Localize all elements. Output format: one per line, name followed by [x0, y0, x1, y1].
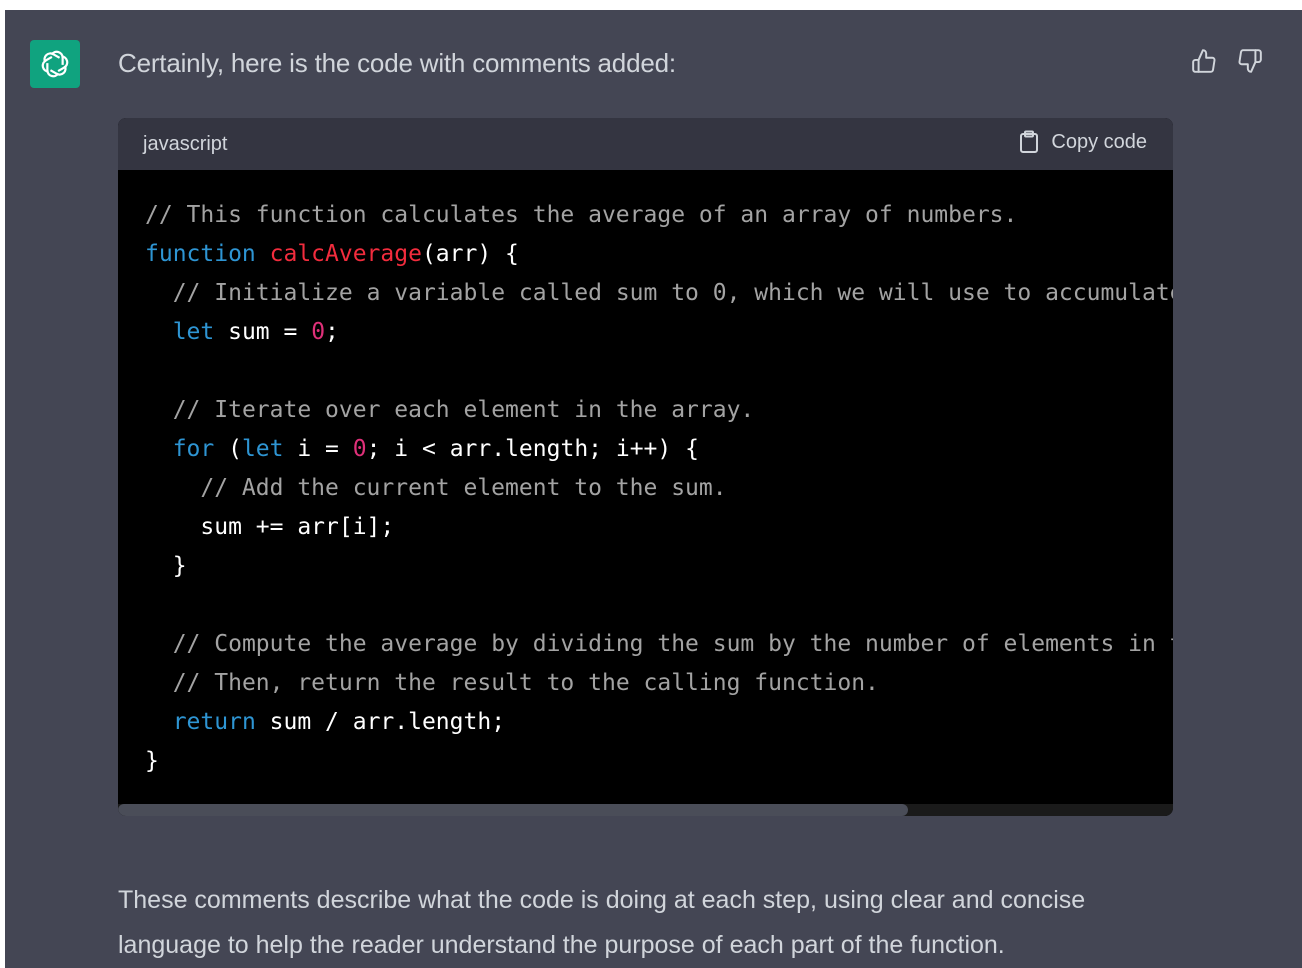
- code-comment: // Compute the average by dividing the s…: [172, 631, 1173, 657]
- thumbs-up-icon: [1192, 49, 1216, 73]
- code-token: sum =: [214, 319, 312, 345]
- code-token: }: [145, 553, 187, 579]
- copy-code-label: Copy code: [1051, 130, 1147, 153]
- code-line: }: [145, 547, 1173, 586]
- code-content: // This function calculates the average …: [145, 196, 1173, 806]
- code-token: (: [214, 436, 242, 462]
- message-outro-text: These comments describe what the code is…: [118, 886, 1086, 959]
- code-token: }: [145, 748, 159, 774]
- code-number: 0: [311, 319, 326, 345]
- copy-code-button[interactable]: Copy code: [1019, 130, 1147, 154]
- clipboard-icon: [1020, 130, 1039, 153]
- code-keyword: let: [172, 319, 215, 345]
- code-line: // Iterate over each element in the arra…: [145, 391, 1173, 430]
- thumbs-down-button[interactable]: [1235, 46, 1265, 76]
- code-comment: // Then, return the result to the callin…: [172, 670, 879, 696]
- code-token: (arr) {: [421, 241, 519, 267]
- code-line: for (let i = 0; i < arr.length; i++) {: [145, 430, 1173, 469]
- thumbs-down-icon: [1238, 49, 1262, 73]
- code-comment: // Add the current element to the sum.: [200, 475, 727, 501]
- code-token: i =: [283, 436, 353, 462]
- message-intro-text: Certainly, here is the code with comment…: [118, 48, 676, 78]
- scrollbar-thumb[interactable]: [118, 804, 908, 816]
- code-block: javascript Copy code // This function ca…: [118, 118, 1173, 816]
- code-token: sum += arr[i];: [145, 514, 395, 540]
- code-token: ;: [325, 319, 339, 345]
- code-line: return sum / arr.length;: [145, 703, 1173, 742]
- code-line: // Add the current element to the sum.: [145, 469, 1173, 508]
- code-number: 0: [352, 436, 367, 462]
- code-keyword: for: [172, 436, 215, 462]
- openai-logo-icon: [30, 40, 80, 88]
- code-comment: // Iterate over each element in the arra…: [172, 397, 755, 423]
- code-comment: // This function calculates the average …: [145, 202, 1018, 228]
- code-language-label: javascript: [143, 133, 228, 155]
- thumbs-up-button[interactable]: [1189, 46, 1219, 76]
- code-line: // Then, return the result to the callin…: [145, 664, 1173, 703]
- code-line: // Compute the average by dividing the s…: [145, 625, 1173, 664]
- code-comment: // Initialize a variable called sum to 0…: [172, 280, 1173, 306]
- horizontal-scrollbar[interactable]: [118, 804, 1173, 816]
- code-block-header: javascript Copy code: [118, 118, 1173, 170]
- code-function-name: calcAverage: [269, 241, 422, 267]
- code-keyword: function: [145, 241, 270, 267]
- code-line: }: [145, 742, 1173, 781]
- code-line: let sum = 0;: [145, 313, 1173, 352]
- code-keyword: let: [241, 436, 284, 462]
- assistant-message: Certainly, here is the code with comment…: [5, 10, 1302, 968]
- code-token: sum / arr.length;: [255, 709, 506, 735]
- code-keyword: return: [172, 709, 256, 735]
- code-text: // This function calculates the average …: [145, 196, 1173, 781]
- code-line: // Initialize a variable called sum to 0…: [145, 274, 1173, 313]
- code-line: sum += arr[i];: [145, 508, 1173, 547]
- code-line: // This function calculates the average …: [145, 196, 1173, 235]
- code-line: function calcAverage(arr) {: [145, 235, 1173, 274]
- code-token: ; i < arr.length; i++) {: [366, 436, 699, 462]
